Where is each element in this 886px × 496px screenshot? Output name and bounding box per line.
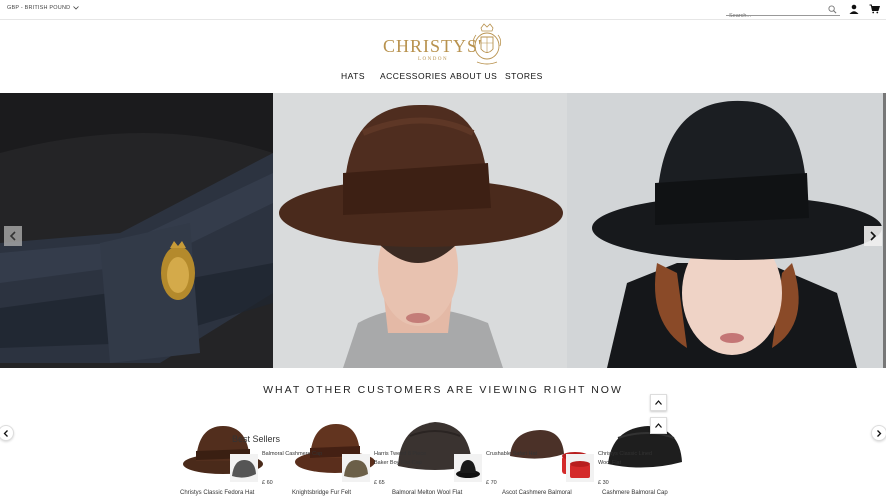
- brand-sub: LONDON: [418, 57, 449, 62]
- brand-logo[interactable]: CHRISTYS' LONDON: [383, 21, 503, 69]
- scroll-up-button[interactable]: [650, 394, 667, 411]
- mini-product-price: £ 30: [598, 480, 609, 486]
- products-next-button[interactable]: [871, 425, 886, 441]
- chevron-down-icon: [73, 6, 80, 10]
- hero-next-button[interactable]: [864, 226, 882, 246]
- section-title: WHAT OTHER CUSTOMERS ARE VIEWING RIGHT N…: [263, 384, 623, 396]
- crest-icon: [472, 23, 502, 65]
- mini-product-name: Balmoral Cashmere Cap: [262, 451, 323, 457]
- scroll-up-button[interactable]: [650, 417, 667, 434]
- search-icon[interactable]: [828, 5, 837, 14]
- hero-prev-button[interactable]: [4, 226, 22, 246]
- nav-item-about-us[interactable]: ABOUT US: [450, 71, 497, 81]
- mini-product[interactable]: Harris Tweed 8 Piece Baker Boy Flat Cap …: [342, 450, 442, 495]
- cart-icon[interactable]: [869, 4, 880, 14]
- chevron-left-icon: [9, 231, 16, 241]
- mini-product-price: £ 65: [374, 480, 385, 486]
- currency-label: GBP - BRITISH POUND: [7, 5, 71, 11]
- top-bar: GBP - BRITISH POUND: [0, 0, 886, 22]
- nav-item-accessories[interactable]: ACCESSORIES: [380, 71, 447, 81]
- currency-selector[interactable]: GBP - BRITISH POUND: [7, 5, 80, 11]
- hero-carousel: [0, 93, 886, 368]
- chevron-left-icon: [3, 429, 8, 437]
- chevron-up-icon: [655, 423, 662, 428]
- hero-slide-brown-fedora[interactable]: [273, 93, 567, 368]
- mini-product-image: [230, 454, 258, 482]
- nav-item-stores[interactable]: STORES: [505, 71, 543, 81]
- mini-product-image: [566, 454, 594, 482]
- chevron-right-icon: [877, 429, 882, 437]
- mini-product-name: Harris Tweed 8 Piece Baker Boy Flat Cap: [374, 451, 427, 466]
- mini-product[interactable]: Crushable Safari Hat £ 70: [454, 450, 554, 495]
- hero-slide-black-fedora[interactable]: [567, 93, 883, 368]
- main-nav: HATS ACCESSORIES ABOUT US STORES: [0, 71, 886, 83]
- mini-product-name: Christys Classic Lined Wool Flat: [598, 451, 653, 466]
- mini-product-image: [342, 454, 370, 482]
- mini-product[interactable]: Christys Classic Lined Wool Flat £ 30: [566, 450, 666, 495]
- account-icon[interactable]: [849, 4, 859, 14]
- mini-product-name: Crushable Safari Hat: [486, 451, 538, 457]
- products-prev-button[interactable]: [0, 425, 14, 441]
- best-sellers-heading: Best Sellers: [232, 434, 281, 444]
- brand-name: CHRISTYS': [383, 36, 483, 56]
- mini-product-image: [454, 454, 482, 482]
- mini-product-price: £ 60: [262, 480, 273, 486]
- hero-slide-ribbon[interactable]: [0, 93, 273, 368]
- chevron-right-icon: [870, 231, 877, 241]
- nav-item-hats[interactable]: HATS: [341, 71, 365, 81]
- search-bar: [726, 4, 840, 22]
- chevron-up-icon: [655, 400, 662, 405]
- mini-product-price: £ 70: [486, 480, 497, 486]
- mini-product[interactable]: Balmoral Cashmere Cap £ 60: [230, 450, 330, 495]
- search-input[interactable]: [726, 10, 826, 22]
